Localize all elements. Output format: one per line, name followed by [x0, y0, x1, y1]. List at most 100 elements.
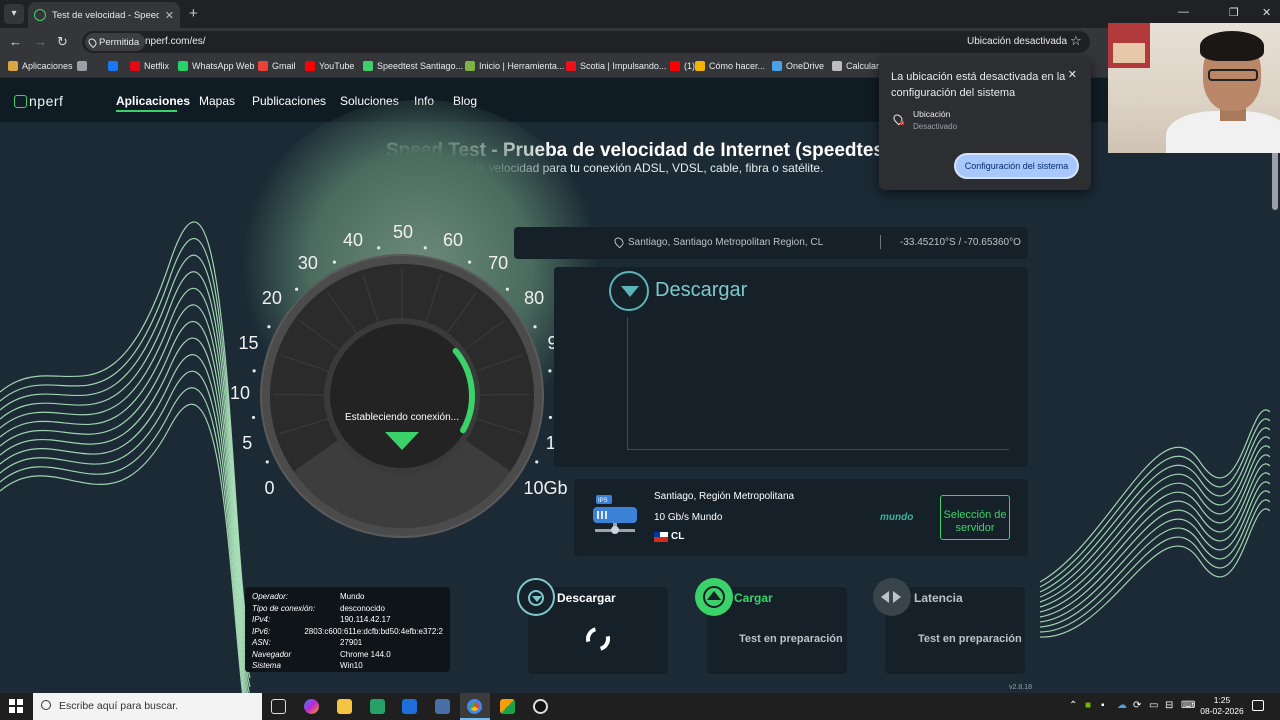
location-off-indicator[interactable]: Ubicación desactivada — [967, 36, 1067, 47]
info-key: IPv6: — [252, 626, 271, 636]
taskbar-search[interactable]: Escribe aquí para buscar. — [33, 693, 262, 720]
obs-icon[interactable] — [533, 699, 548, 714]
tray-app-icon[interactable]: ▪ — [1101, 700, 1105, 711]
bookmark-item[interactable]: Aplicaciones — [8, 61, 73, 71]
wave-line-left — [0, 320, 250, 693]
tray-update-icon[interactable]: ⟳ — [1133, 700, 1141, 711]
bookmark-label: Aplicaciones — [22, 61, 73, 71]
wave-line-left — [0, 271, 251, 670]
bookmark-item[interactable]: WhatsApp Web — [178, 61, 254, 71]
back-icon[interactable]: ← — [9, 34, 22, 49]
bookmark-favicon-icon — [305, 61, 315, 71]
bookmark-item[interactable] — [108, 61, 118, 71]
file-explorer-icon[interactable] — [337, 699, 352, 714]
tab-close-icon[interactable]: ✕ — [165, 9, 174, 22]
gauge-tick-label: 10 — [229, 382, 251, 403]
chrome-icon[interactable] — [467, 699, 482, 714]
wave-line-right — [1039, 436, 1270, 598]
gauge-tick-label: 70 — [488, 252, 509, 273]
minimize-icon[interactable]: — — [1178, 6, 1189, 18]
bookmark-item[interactable]: (1) — [670, 61, 695, 71]
webcam-person-glasses — [1208, 69, 1258, 81]
wave-line-left — [0, 287, 251, 679]
reload-icon[interactable]: ↻ — [57, 34, 68, 50]
info-value: 2803:c600:611e:dcfb:bd50:4efb:e372:2 — [304, 626, 443, 636]
metric-upload-status: Test en preparación — [739, 633, 843, 645]
bookmark-item[interactable]: Gmail — [258, 61, 296, 71]
tray-onedrive-icon[interactable]: ☁ — [1117, 700, 1127, 711]
app-icon[interactable] — [435, 699, 450, 714]
taskbar-clock[interactable]: 1:25 08-02-2026 — [1196, 695, 1248, 717]
game-icon[interactable] — [500, 699, 515, 714]
menu-item-aplicaciones[interactable]: Aplicaciones — [116, 94, 190, 108]
bookmark-item[interactable]: Netflix — [130, 61, 169, 71]
omnibox[interactable]: Permitida nperf.com/es/ Ubicación desact… — [82, 31, 1090, 53]
webcam-person-hair — [1200, 31, 1264, 61]
url-text[interactable]: nperf.com/es/ — [145, 36, 206, 47]
bookmark-favicon-icon — [363, 61, 373, 71]
new-tab-icon[interactable]: + — [189, 5, 198, 22]
restore-icon[interactable]: ❐ — [1229, 6, 1239, 19]
gauge-tick-label: 50 — [392, 222, 414, 242]
info-row: IPv4: 190.114.42.17 — [252, 615, 443, 627]
bookmark-star-icon[interactable]: ☆ — [1070, 33, 1082, 49]
gauge-tick-label: 20 — [261, 288, 282, 309]
notifications-icon[interactable] — [1252, 700, 1264, 711]
bookmark-item[interactable]: Cómo hacer... — [695, 61, 765, 71]
bookmark-item[interactable]: Speedtest Santiago... — [363, 61, 463, 71]
active-menu-underline — [116, 110, 177, 112]
metric-upload-title: Cargar — [734, 591, 773, 605]
bookmark-item[interactable]: Inicio | Herramienta... — [465, 61, 564, 71]
bookmark-item[interactable] — [77, 61, 87, 71]
system-settings-button[interactable]: Configuración del sistema — [954, 153, 1079, 179]
server-name: Santiago, Región Metropolitana — [654, 491, 795, 502]
bookmark-item[interactable]: YouTube — [305, 61, 354, 71]
bookmark-item[interactable]: Scotia | Impulsando... — [566, 61, 666, 71]
menu-item-mapas[interactable]: Mapas — [199, 94, 235, 108]
bookmark-item[interactable]: OneDrive — [772, 61, 824, 71]
forward-icon[interactable]: → — [34, 34, 47, 49]
nperf-favicon-icon — [34, 9, 46, 21]
metric-latency-status: Test en preparación — [918, 633, 1022, 645]
wave-line-left — [0, 370, 246, 693]
svg-text:IPS: IPS — [598, 498, 608, 504]
bookmark-item[interactable]: Calcular — [832, 61, 879, 71]
task-view-icon[interactable] — [271, 699, 286, 714]
address-bar-row: ← → ↻ Permitida nperf.com/es/ Ubicación … — [0, 28, 1280, 56]
tray-nvidia-icon[interactable]: ■ — [1085, 700, 1091, 711]
info-row: Tipo de conexión: desconocido — [252, 604, 443, 616]
tray-power-icon[interactable]: ▭ — [1149, 700, 1158, 711]
tray-network-icon[interactable]: ⊟ — [1165, 700, 1173, 711]
gauge-tick-label: 5 — [242, 433, 253, 454]
search-icon — [41, 700, 51, 710]
windows-start-icon[interactable] — [9, 699, 23, 713]
bookmark-favicon-icon — [130, 61, 140, 71]
mail-icon[interactable] — [402, 699, 417, 714]
popup-item-value: Desactivado — [913, 122, 958, 131]
server-select-button[interactable]: Selección de servidor — [940, 495, 1010, 540]
upload-metric-icon — [695, 578, 733, 616]
browser-tab[interactable]: Test de velocidad - Speed test : ✕ — [28, 2, 180, 28]
info-key: Sistema — [252, 661, 281, 670]
tray-chevron-icon[interactable]: ⌃ — [1069, 700, 1077, 711]
info-value: 190.114.42.17 — [340, 615, 391, 624]
permission-chip[interactable]: Permitida — [85, 33, 146, 51]
bookmark-label: Gmail — [272, 61, 296, 71]
tray-keyboard-icon[interactable]: ⌨ — [1181, 700, 1195, 711]
window-close-icon[interactable]: ✕ — [1262, 6, 1271, 19]
bookmark-label: (1) — [684, 61, 695, 71]
download-metric-icon — [517, 578, 555, 616]
store-icon[interactable] — [370, 699, 385, 714]
bookmark-favicon-icon — [670, 61, 680, 71]
bookmark-favicon-icon — [465, 61, 475, 71]
info-value: Mundo — [340, 592, 365, 601]
menu-item-publicaciones[interactable]: Publicaciones — [252, 94, 326, 108]
bookmark-label: Speedtest Santiago... — [377, 61, 464, 71]
nperf-logo[interactable]: nperf — [14, 93, 63, 109]
windows-taskbar: Escribe aquí para buscar. ⌃ ■ ▪ ☁ ⟳ ▭ ⊟ … — [0, 693, 1280, 720]
app-version: v2.8.18 — [1009, 684, 1032, 691]
copilot-icon[interactable] — [304, 699, 319, 714]
tab-search-button[interactable]: ▾ — [4, 4, 24, 24]
popup-close-icon[interactable]: ✕ — [1068, 68, 1077, 81]
location-bar: Santiago, Santiago Metropolitan Region, … — [514, 227, 1028, 259]
